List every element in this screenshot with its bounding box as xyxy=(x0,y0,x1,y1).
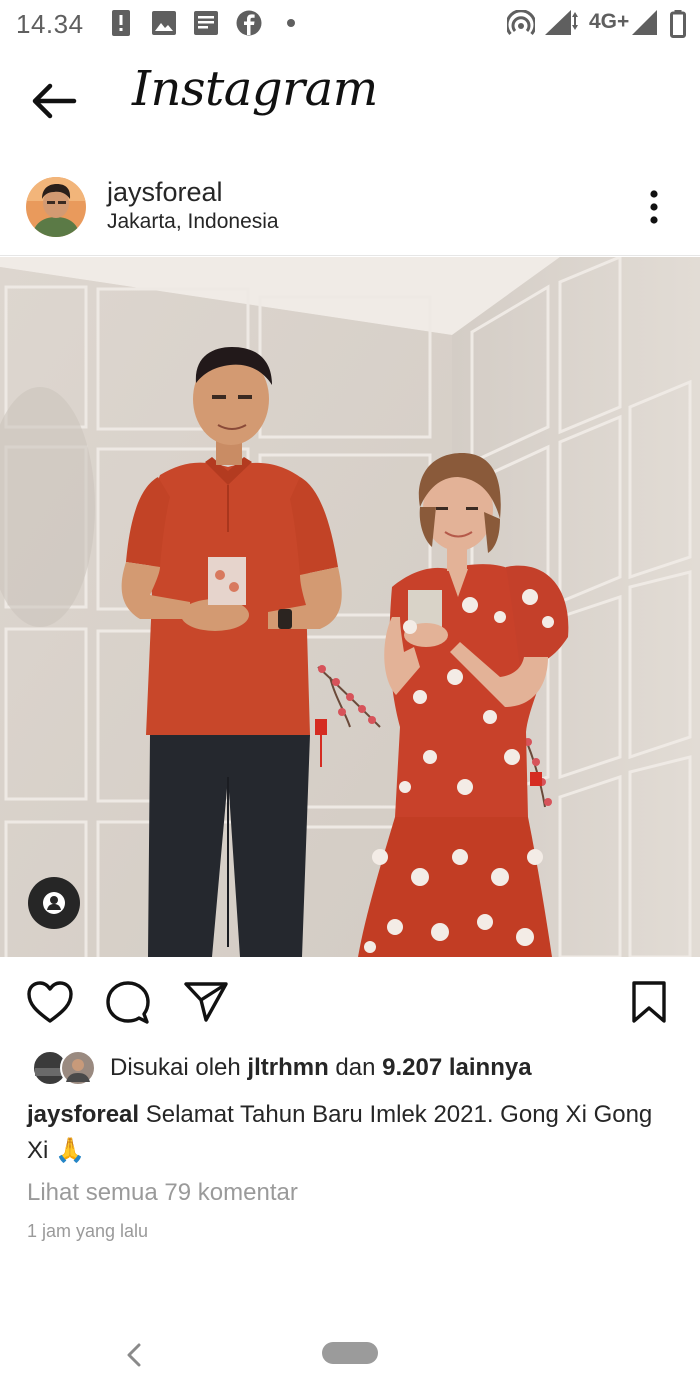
divider xyxy=(0,255,700,256)
likes-middle: dan xyxy=(328,1054,383,1081)
alert-icon xyxy=(112,10,130,36)
comment-icon[interactable] xyxy=(105,980,151,1026)
caption-username[interactable]: jaysforeal xyxy=(27,1101,139,1128)
post-photo[interactable] xyxy=(0,257,700,957)
tag-people-button[interactable] xyxy=(28,877,80,929)
app-header: Instagram xyxy=(0,55,700,145)
view-comments-link[interactable]: Lihat semua 79 komentar xyxy=(27,1179,298,1207)
likes-count[interactable]: 9.207 lainnya xyxy=(382,1054,531,1081)
battery-icon xyxy=(670,10,686,38)
likes-prefix: Disukai oleh xyxy=(110,1054,248,1081)
news-icon xyxy=(194,11,218,35)
avatar[interactable] xyxy=(26,177,86,237)
status-bar: 14.34 4G+ xyxy=(0,0,700,48)
post-caption: jaysforeal Selamat Tahun Baru Imlek 2021… xyxy=(27,1097,667,1169)
share-icon[interactable] xyxy=(183,980,229,1024)
signal-icon xyxy=(545,10,578,35)
post-timestamp: 1 jam yang lalu xyxy=(27,1221,149,1241)
image-icon xyxy=(152,11,176,35)
liked-by-avatars xyxy=(32,1050,96,1086)
more-vertical-icon[interactable] xyxy=(640,187,668,227)
heart-icon[interactable] xyxy=(26,980,74,1024)
nav-back-icon[interactable] xyxy=(122,1340,146,1370)
post-location[interactable]: Jakarta, Indonesia xyxy=(107,210,279,234)
bookmark-icon[interactable] xyxy=(630,980,668,1024)
dot-icon xyxy=(287,19,295,27)
hotspot-icon xyxy=(507,10,535,35)
liked-by-user[interactable]: jltrhmn xyxy=(247,1054,328,1081)
arrow-left-icon[interactable] xyxy=(26,77,82,125)
tag-people-icon xyxy=(43,892,65,914)
nav-home-pill[interactable] xyxy=(322,1342,378,1364)
photo-illustration xyxy=(0,257,700,957)
post-actions xyxy=(0,970,700,1034)
signal-strength-icon xyxy=(632,10,657,35)
app-title: Instagram xyxy=(132,61,378,117)
status-time: 14.34 xyxy=(16,9,84,39)
avatar-image xyxy=(26,177,86,237)
network-type-label: 4G+ xyxy=(589,10,630,33)
post-username[interactable]: jaysforeal xyxy=(107,177,223,208)
post-header: jaysforeal Jakarta, Indonesia xyxy=(0,165,700,251)
system-nav-bar xyxy=(0,1320,700,1400)
likes-row[interactable]: Disukai oleh jltrhmn dan 9.207 lainnya xyxy=(0,1046,700,1090)
facebook-icon xyxy=(236,10,262,36)
likes-text: Disukai oleh jltrhmn dan 9.207 lainnya xyxy=(110,1054,532,1082)
